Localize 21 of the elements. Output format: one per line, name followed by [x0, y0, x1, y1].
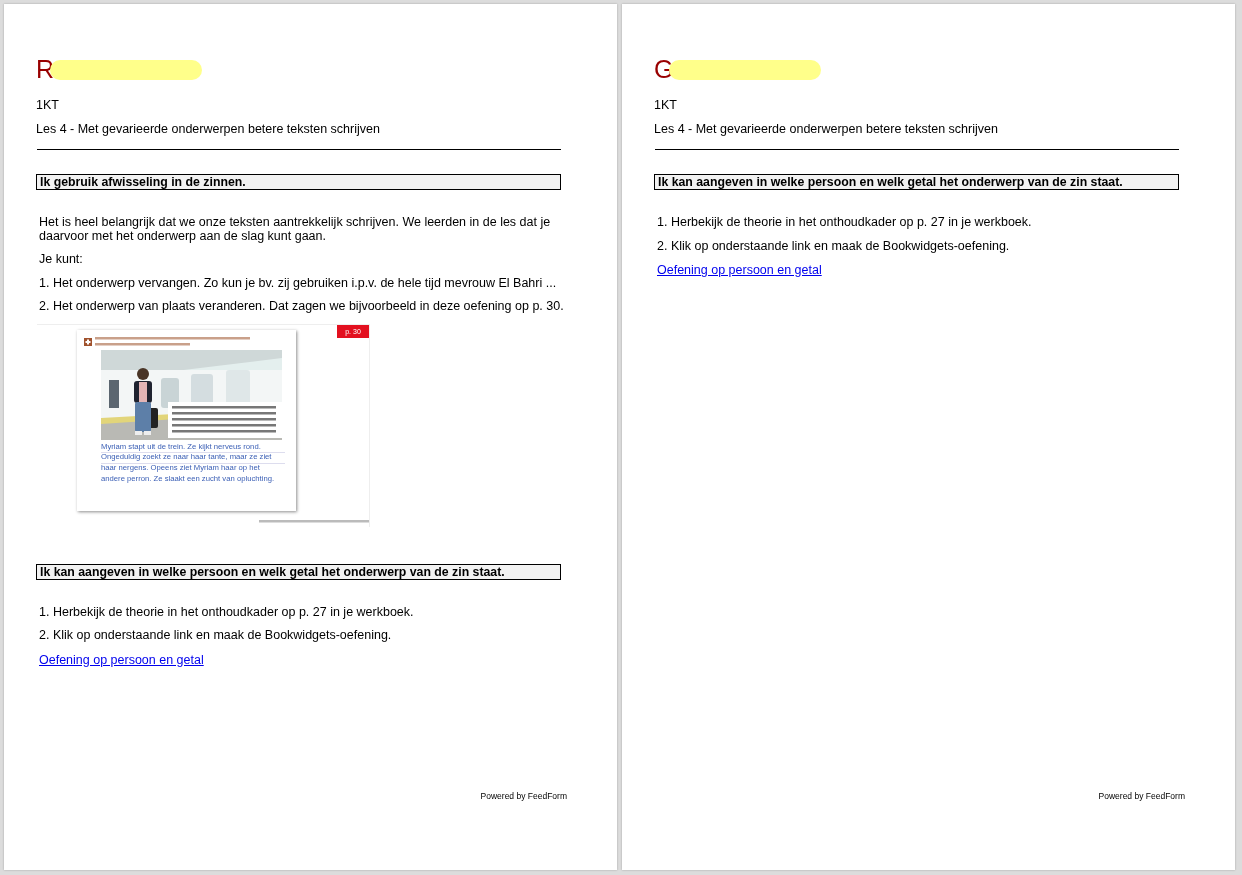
paragraph: 1. Herbekijk de theorie in het onthoudkader op p. 27 in je werkboek.	[657, 216, 1033, 230]
paragraph: 2. Klik op onderstaande link en maak de Bookwidgets-oefening.	[657, 239, 1011, 253]
paragraph: Je kunt:	[39, 253, 84, 267]
paragraph: 2. Klik op onderstaande link en maak de Bookwidgets-oefening.	[39, 629, 393, 643]
lesson-title: Les 4 - Met gevarieerde onderwerpen betere teksten schrijven	[654, 122, 999, 137]
student-name: R	[36, 54, 55, 84]
class-code: 1KT	[654, 98, 678, 113]
plus-icon	[84, 337, 92, 346]
lesson-title: Les 4 - Met gevarieerde onderwerpen betere teksten schrijven	[36, 122, 381, 137]
paragraph: 1. Het onderwerp vervangen. Zo kun je bv. zij gebruiken i.p.v. de hele tijd mevrouw El Bahri ...	[39, 276, 558, 290]
paragraph: 1. Herbekijk de theorie in het onthoudkader op p. 27 in je werkboek.	[39, 605, 415, 619]
section-heading: Ik kan aangeven in welke persoon en welk getal het onderwerp van de zin staat.	[36, 563, 561, 580]
section-heading: Ik gebruik afwisseling in de zinnen.	[36, 174, 561, 190]
powered-by-text: Powered by FeedForm	[1098, 790, 1185, 803]
paragraph: 2. Het onderwerp van plaats veranderen. Dat zagen we bijvoorbeeld in deze oefening op p. 30.	[39, 300, 564, 314]
paragraph: Het is heel belangrijk dat we onze teksten aantrekkelijk schrijven. We leerden in de les dat je daarvoor met het onderwerp aan de slag kunt gaan.	[39, 216, 552, 243]
powered-by-text: Powered by FeedForm	[480, 790, 567, 803]
exercise-link[interactable]: Oefening op persoon en getal	[39, 652, 204, 668]
exercise-link[interactable]: Oefening op persoon en getal	[657, 263, 822, 278]
section-heading: Ik kan aangeven in welke persoon en welk getal het onderwerp van de zin staat.	[654, 174, 1179, 190]
class-code: 1KT	[36, 98, 60, 113]
